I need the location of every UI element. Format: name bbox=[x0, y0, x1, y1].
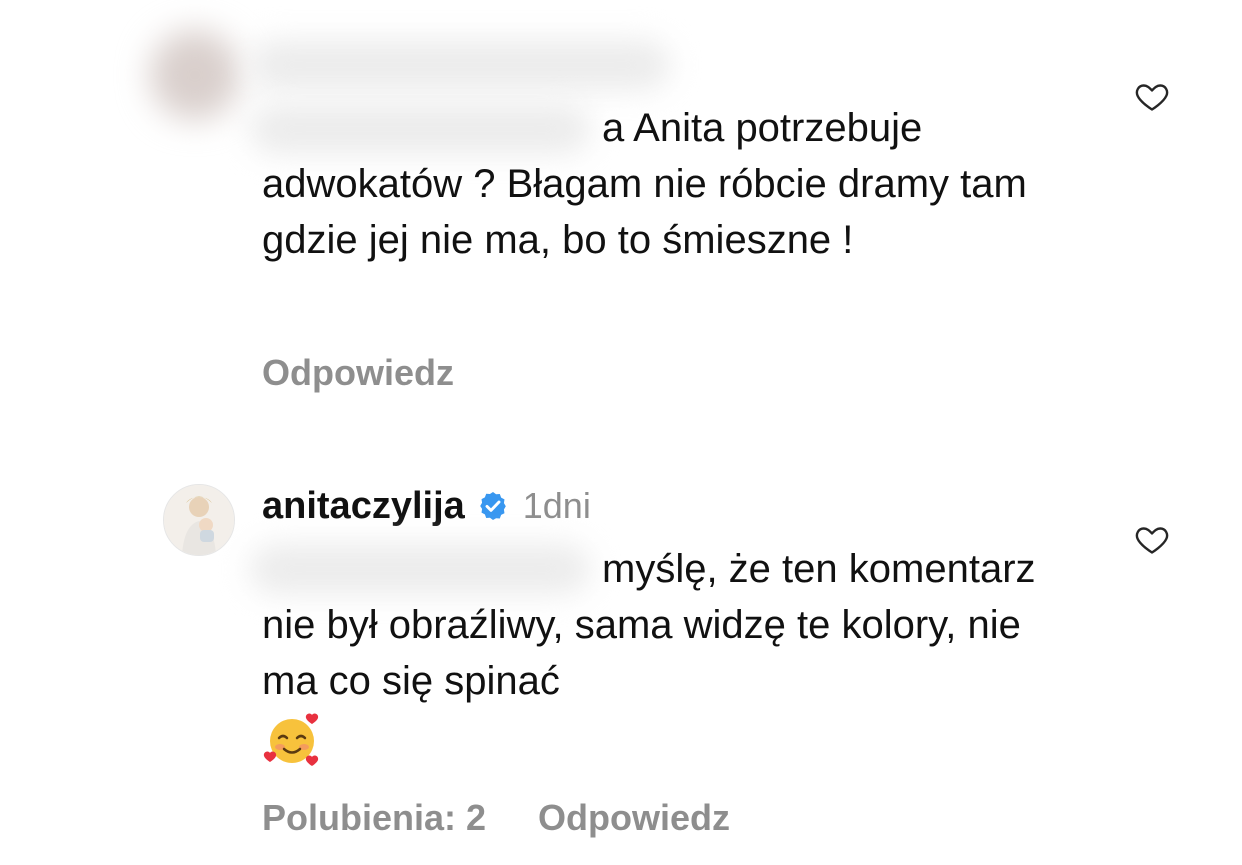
avatar bbox=[150, 30, 240, 120]
comment-actions: Polubienia: 2 Odpowiedz bbox=[262, 797, 730, 839]
username[interactable]: anitaczylija bbox=[262, 485, 465, 528]
comment-text-rest: adwokatów ? Błagam nie róbcie dramy tam … bbox=[262, 162, 1027, 262]
comment-header: anitaczylija 1dni bbox=[262, 484, 591, 528]
smiling-face-with-hearts-icon bbox=[263, 713, 319, 767]
reply-button[interactable]: Odpowiedz bbox=[538, 797, 730, 839]
comment: a Anita potrzebuje adwokatów ? Błagam ni… bbox=[0, 0, 1242, 420]
comment-actions: Odpowiedz bbox=[262, 352, 454, 394]
verified-badge-icon bbox=[479, 492, 506, 520]
heart-outline-icon[interactable] bbox=[1133, 521, 1171, 557]
comment-text: a Anita potrzebuje adwokatów ? Błagam ni… bbox=[262, 100, 1082, 268]
comment-text-line-1: myślę, że ten bbox=[602, 547, 838, 591]
heart-outline-icon[interactable] bbox=[1133, 78, 1171, 114]
reply-button[interactable]: Odpowiedz bbox=[262, 352, 454, 394]
comment: anitaczylija 1dni myślę, że ten komentar… bbox=[0, 470, 1242, 865]
comment-text: myślę, że ten komentarz nie był obraźliw… bbox=[262, 541, 1082, 769]
redacted-username bbox=[250, 40, 670, 90]
avatar-photo bbox=[164, 485, 234, 555]
likes-count-button[interactable]: Polubienia: 2 bbox=[262, 797, 486, 839]
timestamp: 1dni bbox=[522, 485, 591, 526]
avatar[interactable] bbox=[163, 484, 235, 556]
comment-text-line-1: a Anita potrzebuje bbox=[602, 106, 923, 150]
